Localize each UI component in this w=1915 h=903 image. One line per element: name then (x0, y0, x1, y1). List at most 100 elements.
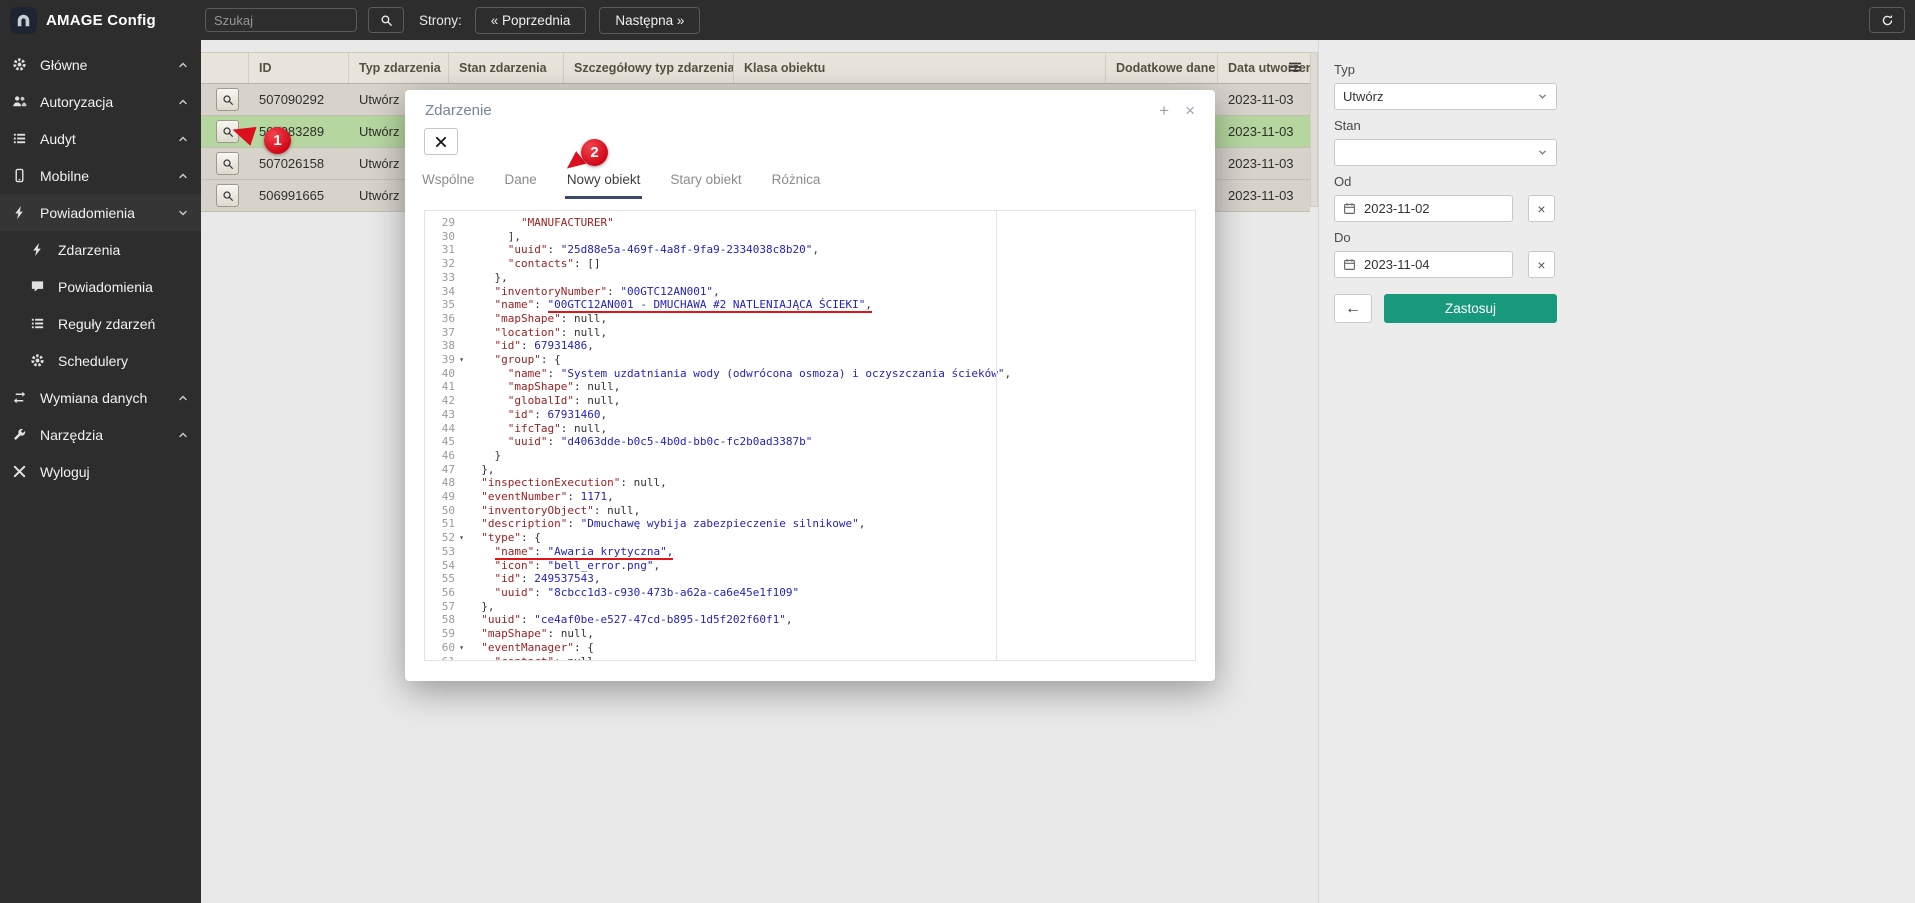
annotation-step-1: 1 (264, 127, 291, 154)
comment-icon (30, 279, 48, 294)
code-line: 36 "mapShape": null, (425, 312, 1195, 326)
fold-icon[interactable]: ▾ (455, 641, 468, 655)
line-number: 58 (425, 613, 455, 627)
search-input[interactable] (205, 8, 357, 32)
table-cell (201, 88, 249, 111)
expand-icon[interactable]: + (1159, 102, 1169, 119)
fold-gutter (455, 326, 468, 340)
table-cell: 2023-11-03 (1218, 124, 1310, 139)
line-number: 60 (425, 641, 455, 655)
sidebar-item-główne[interactable]: Główne (0, 46, 201, 83)
sidebar-item-mobilne[interactable]: Mobilne (0, 157, 201, 194)
code-text: }, (468, 600, 495, 614)
line-number: 36 (425, 312, 455, 326)
code-line: 52▾ "type": { (425, 531, 1195, 545)
filter-od-label: Od (1334, 174, 1915, 189)
column-header-szczegółowy-typ-zdarzenia: Szczegółowy typ zdarzenia (564, 53, 734, 83)
line-number: 59 (425, 627, 455, 641)
column-header-typ-zdarzenia: Typ zdarzenia (349, 53, 449, 83)
sidebar-item-narzędzia[interactable]: Narzędzia (0, 416, 201, 453)
column-menu-icon[interactable] (1287, 59, 1305, 77)
annotation-step-2: 2 (581, 139, 608, 166)
sidebar-item-wyloguj[interactable]: Wyloguj (0, 453, 201, 490)
tab-dane[interactable]: Dane (503, 172, 539, 199)
code-line: 38 "id": 67931486, (425, 339, 1195, 353)
column-header-actions (201, 53, 249, 83)
code-text: "inventoryNumber": "00GTC12AN001", (468, 285, 720, 299)
code-text: "id": 249537543, (468, 572, 600, 586)
sidebar: GłówneAutoryzacjaAudytMobilnePowiadomien… (0, 40, 201, 903)
fold-gutter (455, 490, 468, 504)
sidebar-item-powiadomienia[interactable]: Powiadomienia (0, 268, 201, 305)
tab-różnica[interactable]: Różnica (770, 172, 823, 199)
code-text: "location": null, (468, 326, 607, 340)
modal-close-button[interactable] (424, 128, 458, 155)
filter-do-clear-button[interactable]: × (1528, 251, 1555, 278)
sidebar-item-zdarzenia[interactable]: Zdarzenia (0, 231, 201, 268)
filter-od-clear-button[interactable]: × (1528, 195, 1555, 222)
fold-gutter (455, 380, 468, 394)
prev-page-button[interactable]: « Poprzednia (475, 7, 587, 34)
sidebar-item-audyt[interactable]: Audyt (0, 120, 201, 157)
code-text: "icon": "bell_error.png", (468, 559, 660, 573)
line-number: 32 (425, 257, 455, 271)
search-button[interactable] (368, 7, 404, 33)
code-line: 56 "uuid": "8cbcc1d3-c930-473b-a62a-ca6e… (425, 586, 1195, 600)
chevron-down-icon (177, 207, 189, 219)
tools-icon (12, 427, 30, 442)
apply-filters-button[interactable]: Zastosuj (1384, 294, 1557, 323)
code-text: "inventoryObject": null, (468, 504, 640, 518)
filter-do-date-input[interactable]: 2023-11-04 (1334, 251, 1513, 278)
sidebar-item-powiadomienia[interactable]: Powiadomienia (0, 194, 201, 231)
table-scrollbar[interactable] (1310, 52, 1318, 207)
filter-typ-select[interactable]: Utwórz (1334, 83, 1557, 110)
line-number: 34 (425, 285, 455, 299)
fold-gutter (455, 613, 468, 627)
fold-icon[interactable]: ▾ (455, 531, 468, 545)
filter-typ-label: Typ (1334, 62, 1915, 77)
collapse-panel-button[interactable]: ← (1334, 294, 1372, 323)
sidebar-item-schedulery[interactable]: Schedulery (0, 342, 201, 379)
row-details-button[interactable] (216, 88, 239, 111)
code-text: "eventNumber": 1171, (468, 490, 614, 504)
sidebar-item-label: Schedulery (58, 353, 189, 369)
calendar-icon[interactable] (1343, 202, 1356, 215)
x-icon (435, 136, 447, 148)
calendar-icon[interactable] (1343, 258, 1356, 271)
refresh-button[interactable] (1869, 7, 1905, 33)
table-cell: 2023-11-03 (1218, 156, 1310, 171)
row-details-button[interactable] (216, 184, 239, 207)
filter-stan-select[interactable] (1334, 139, 1557, 166)
sidebar-item-wymiana-danych[interactable]: Wymiana danych (0, 379, 201, 416)
code-line: 40 "name": "System uzdatniania wody (odw… (425, 367, 1195, 381)
modal-title: Zdarzenie (425, 102, 1143, 119)
code-line: 60▾ "eventManager": { (425, 641, 1195, 655)
code-text: "id": 67931460, (468, 408, 607, 422)
chevron-up-icon (177, 96, 189, 108)
line-number: 57 (425, 600, 455, 614)
close-icon[interactable]: × (1185, 102, 1195, 119)
mobile-icon (12, 168, 30, 183)
magnifier-icon (222, 190, 234, 202)
code-line: 47 }, (425, 463, 1195, 477)
filters-panel: Typ Utwórz Stan Od 2023-11-02 × Do 2023-… (1318, 40, 1915, 903)
filter-od-date-input[interactable]: 2023-11-02 (1334, 195, 1513, 222)
tab-wspólne[interactable]: Wspólne (420, 172, 477, 199)
fold-icon[interactable]: ▾ (455, 353, 468, 367)
code-text: "uuid": "8cbcc1d3-c930-473b-a62a-ca6e45e… (468, 586, 799, 600)
line-number: 31 (425, 243, 455, 257)
sidebar-item-autoryzacja[interactable]: Autoryzacja (0, 83, 201, 120)
fold-gutter (455, 627, 468, 641)
fold-gutter (455, 449, 468, 463)
table-header: IDTyp zdarzeniaStan zdarzeniaSzczegółowy… (201, 52, 1310, 84)
next-page-button[interactable]: Następna » (599, 7, 700, 34)
table-cell (201, 184, 249, 207)
fold-gutter (455, 339, 468, 353)
sidebar-item-reguły-zdarzeń[interactable]: Reguły zdarzeń (0, 305, 201, 342)
code-line: 49 "eventNumber": 1171, (425, 490, 1195, 504)
filter-typ-value: Utwórz (1343, 89, 1383, 104)
line-number: 45 (425, 435, 455, 449)
row-details-button[interactable] (216, 152, 239, 175)
tab-stary-obiekt[interactable]: Stary obiekt (668, 172, 743, 199)
tab-nowy-obiekt[interactable]: Nowy obiekt (565, 172, 643, 199)
